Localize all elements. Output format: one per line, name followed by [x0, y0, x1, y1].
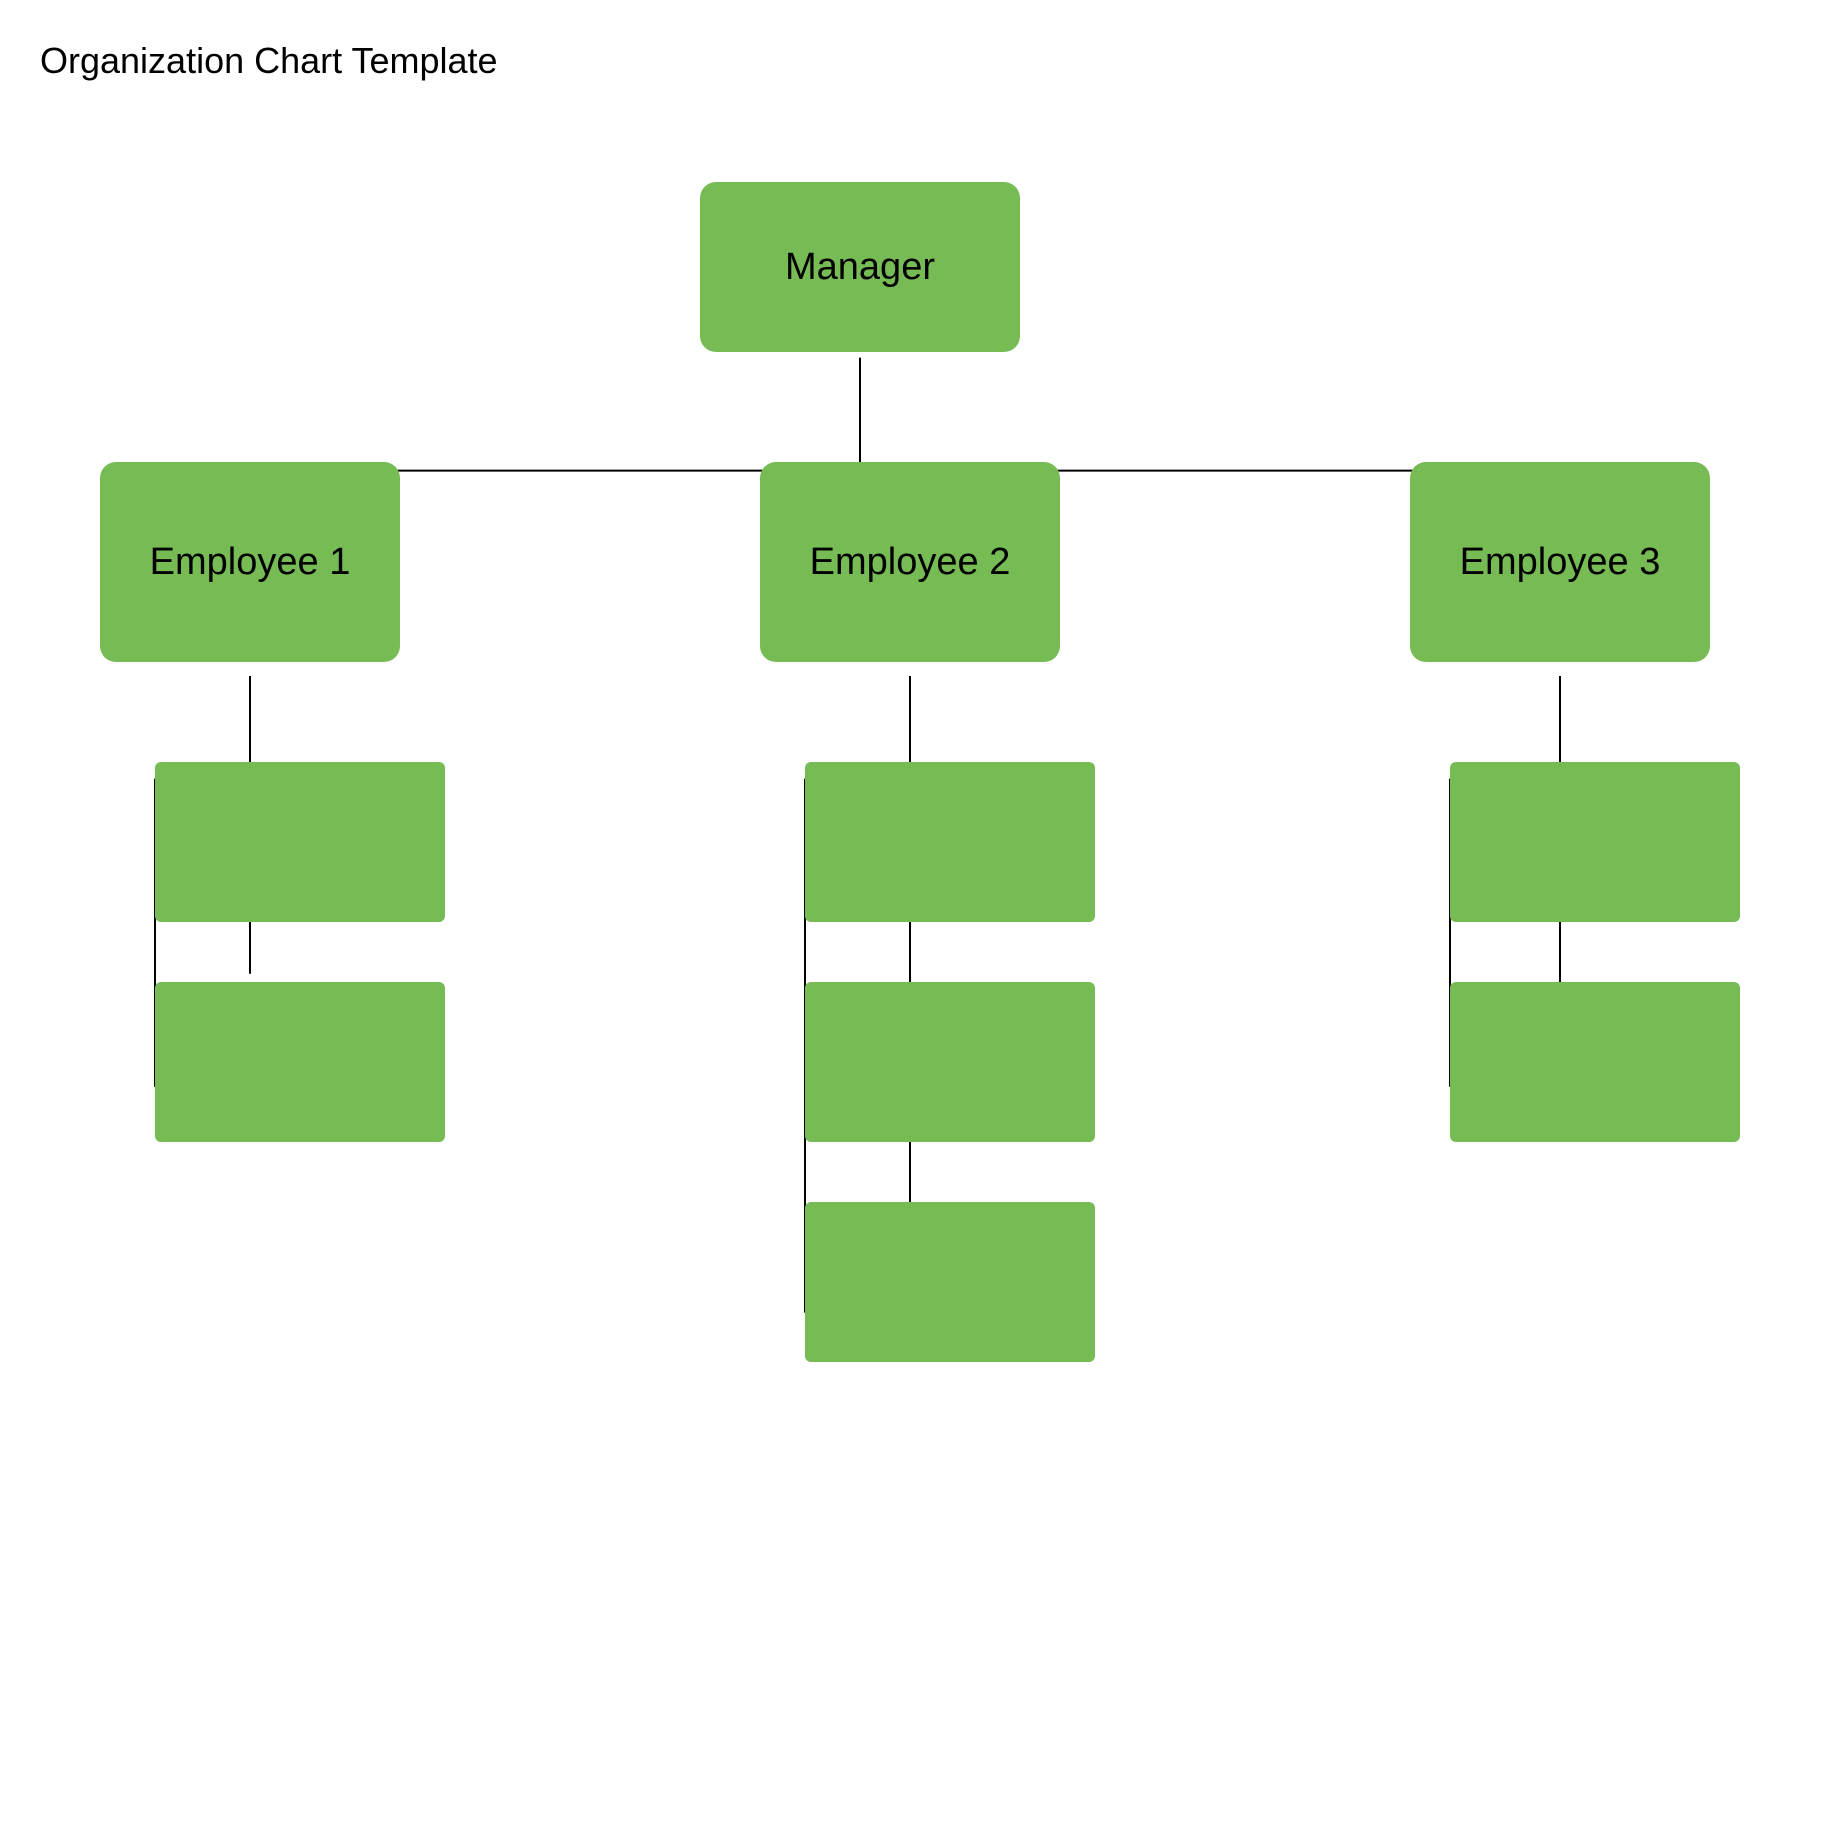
e1-sub1-node[interactable]: [155, 762, 445, 922]
employee3-label: Employee 3: [1460, 541, 1661, 584]
e2-sub2-node[interactable]: [805, 982, 1095, 1142]
e2-sub3-node[interactable]: [805, 1202, 1095, 1362]
employee1-node[interactable]: Employee 1: [100, 462, 400, 662]
employee3-node[interactable]: Employee 3: [1410, 462, 1710, 662]
employee1-label: Employee 1: [150, 541, 351, 584]
e3-sub2-node[interactable]: [1450, 982, 1740, 1142]
chart-container: Manager Employee 1 Employee 2 Employee 3: [40, 142, 1803, 1785]
employee2-node[interactable]: Employee 2: [760, 462, 1060, 662]
employee2-label: Employee 2: [810, 541, 1011, 584]
page-title: Organization Chart Template: [40, 40, 1803, 82]
e1-sub2-node[interactable]: [155, 982, 445, 1142]
page: Organization Chart Template: [0, 0, 1843, 1843]
manager-node[interactable]: Manager: [700, 182, 1020, 352]
connector-svg: [40, 142, 1803, 1785]
e3-sub1-node[interactable]: [1450, 762, 1740, 922]
manager-label: Manager: [785, 246, 935, 289]
e2-sub1-node[interactable]: [805, 762, 1095, 922]
